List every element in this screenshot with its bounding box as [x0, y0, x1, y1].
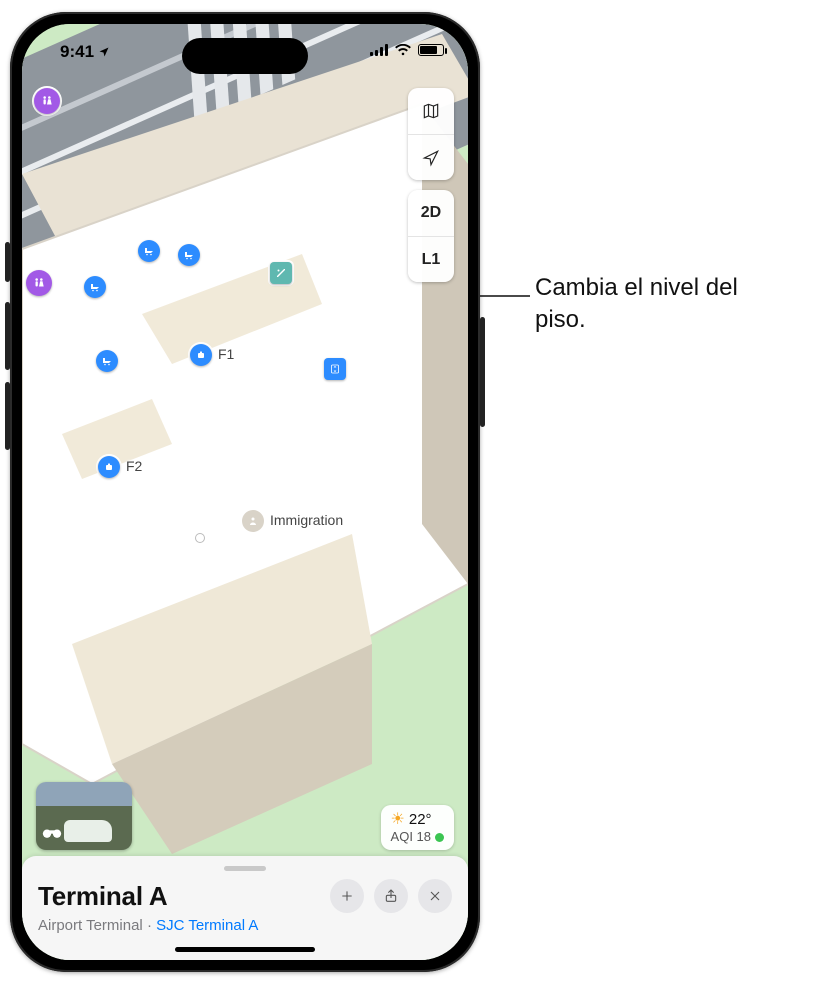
view-mode-label: 2D [421, 204, 441, 222]
weather-pill[interactable]: ☀ 22° AQI 18 [381, 805, 454, 850]
side-button [480, 317, 485, 427]
close-button[interactable] [418, 879, 452, 913]
baggage-cart-icon[interactable] [178, 244, 200, 266]
elevator-icon[interactable] [324, 358, 346, 380]
battery-icon [418, 44, 444, 56]
callout-text: Cambia el nivel del piso. [535, 272, 795, 337]
screen: 9:41 [22, 24, 468, 960]
baggage-cart-icon[interactable] [96, 350, 118, 372]
volume-up-button [5, 302, 10, 370]
weather-temp: 22° [409, 811, 432, 829]
binoculars-icon [42, 825, 62, 844]
share-button[interactable] [374, 879, 408, 913]
place-title: Terminal A [38, 881, 167, 912]
place-card-actions [330, 879, 452, 913]
look-around-thumbnail[interactable] [36, 782, 132, 850]
weather-aqi: AQI 18 [391, 829, 431, 844]
wifi-icon [394, 44, 412, 56]
restroom-icon[interactable] [26, 270, 52, 296]
view-mode-button[interactable]: 2D [408, 190, 454, 236]
place-parent-link[interactable]: SJC Terminal A [156, 917, 258, 934]
iphone-device-frame: 9:41 [10, 12, 480, 972]
status-time: 9:41 [60, 42, 110, 62]
map-controls: 2D L1 [408, 88, 454, 282]
restroom-icon[interactable] [34, 88, 60, 114]
partly-sunny-icon: ☀ [391, 810, 405, 829]
baggage-cart-icon[interactable] [138, 240, 160, 262]
aqi-dot [435, 833, 444, 842]
tracking-button[interactable] [408, 134, 454, 180]
volume-down-button [5, 382, 10, 450]
baggage-f2-label: F2 [126, 458, 142, 474]
location-services-icon [98, 46, 110, 58]
baggage-claim-icon[interactable] [98, 456, 120, 478]
ring-switch [5, 242, 10, 282]
status-time-label: 9:41 [60, 42, 94, 62]
separator: · [147, 917, 156, 934]
place-category: Airport Terminal [38, 917, 143, 934]
immigration-icon[interactable] [242, 510, 264, 532]
baggage-f1-label: F1 [218, 346, 234, 362]
floor-level-button[interactable]: L1 [408, 236, 454, 282]
map-marker-dot [196, 534, 204, 542]
place-card[interactable]: Terminal A Airport Terminal [22, 856, 468, 960]
floor-level-label: L1 [422, 251, 441, 269]
home-indicator[interactable] [175, 947, 315, 952]
immigration-label: Immigration [270, 512, 343, 528]
baggage-claim-icon[interactable] [190, 344, 212, 366]
cellular-icon [370, 44, 388, 56]
add-button[interactable] [330, 879, 364, 913]
escalator-icon[interactable] [270, 262, 292, 284]
sheet-grabber[interactable] [224, 866, 266, 871]
baggage-cart-icon[interactable] [84, 276, 106, 298]
dynamic-island [182, 38, 308, 74]
map-mode-button[interactable] [408, 88, 454, 134]
